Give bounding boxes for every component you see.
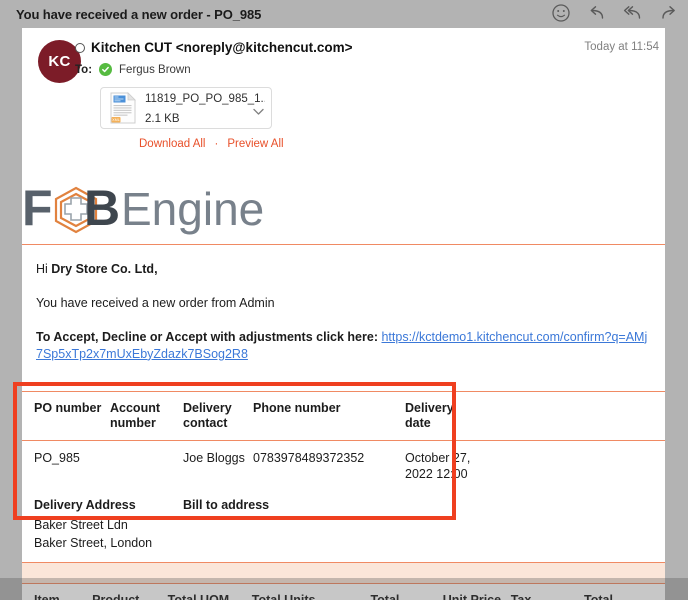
fb-engine-logo: F B Engine	[22, 174, 665, 244]
col-tax: Tax	[511, 584, 584, 600]
svg-text:XML: XML	[112, 118, 119, 122]
attachment-meta: 11819_PO_PO_985_1... 2.1 KB	[145, 88, 265, 128]
greeting-line: Hi Dry Store Co. Ltd,	[36, 261, 651, 278]
cell-spacer	[480, 441, 665, 493]
cell-delivery-contact: Joe Bloggs	[183, 450, 245, 465]
svg-text:Engine: Engine	[121, 183, 263, 235]
col-total-uom: Total UOM	[168, 584, 252, 600]
attachment-filename: 11819_PO_PO_985_1...	[145, 93, 265, 105]
delivery-address-line-1: Baker Street Ldn	[34, 518, 128, 533]
col-item-code: Item code	[22, 584, 92, 600]
message-header: KC Today at 11:54 Kitchen CUT <noreply@k…	[22, 28, 665, 168]
cell-po-number: PO_985	[34, 450, 80, 465]
email-body: Hi Dry Store Co. Ltd, You have received …	[22, 245, 665, 391]
xml-file-icon: XML	[109, 92, 137, 124]
cell-phone-number: 0783978489372352	[253, 450, 365, 465]
sender-address: Kitchen CUT <noreply@kitchencut.com>	[91, 40, 353, 55]
reply-all-icon[interactable]	[622, 2, 644, 24]
cell-account-number	[110, 441, 183, 493]
col-delivery-date: Delivery date	[405, 400, 454, 430]
delivery-address-line-2: Baker Street, London	[34, 535, 153, 550]
cta-prefix: To Accept, Decline or Accept with adjust…	[36, 329, 378, 344]
col-spacer	[480, 392, 665, 440]
message-toolbar	[550, 2, 680, 24]
col-po-number: PO number	[34, 400, 102, 415]
email-client-window: You have received a new order - PO_985 K…	[0, 0, 688, 600]
cell-delivery-date: October 27, 2022 12:00	[405, 450, 471, 482]
preview-all-link[interactable]: Preview All	[227, 138, 283, 150]
emoji-icon[interactable]	[550, 2, 572, 24]
col-phone-number: Phone number	[253, 400, 341, 415]
col-account-number: Account number	[110, 400, 160, 430]
verified-check-icon	[99, 63, 113, 76]
greeting-prefix: Hi	[36, 262, 52, 276]
cell-delivery-address: Baker Street Ldn Baker Street, London	[22, 517, 183, 562]
col-delivery-contact: Delivery contact	[183, 400, 232, 430]
subject-bar: You have received a new order - PO_985	[0, 0, 688, 28]
order-info-table: PO number Account number Delivery contac…	[22, 392, 665, 563]
cta-line: To Accept, Decline or Accept with adjust…	[36, 329, 651, 363]
sender-block: Kitchen CUT <noreply@kitchencut.com> To:…	[75, 40, 655, 150]
line-items-table: Item code Product name Total UOM Total U…	[22, 584, 665, 600]
unread-circle-icon[interactable]	[75, 42, 85, 53]
line-items-header-row: Item code Product name Total UOM Total U…	[22, 584, 665, 600]
order-info-header-row: PO number Account number Delivery contac…	[22, 392, 665, 440]
svg-text:B: B	[84, 180, 120, 236]
recipient-line: To: Fergus Brown	[75, 63, 655, 76]
action-separator: ·	[214, 138, 219, 150]
greeting-company: Dry Store Co. Ltd,	[51, 262, 158, 276]
forward-icon[interactable]	[658, 2, 680, 24]
attachment-size: 2.1 KB	[145, 113, 180, 125]
col-total-packs: Total Packs	[370, 584, 442, 600]
attachment-actions: Download All · Preview All	[139, 138, 655, 150]
address-data-row: Baker Street Ldn Baker Street, London	[22, 517, 665, 562]
chevron-down-icon[interactable]	[253, 103, 264, 121]
sender-line: Kitchen CUT <noreply@kitchencut.com>	[75, 40, 655, 55]
peach-divider-band	[22, 562, 665, 585]
order-info-data-row: PO_985 Joe Bloggs 0783978489372352 Octob…	[22, 441, 665, 493]
page-title: You have received a new order - PO_985	[16, 6, 262, 22]
intro-line: You have received a new order from Admin	[36, 295, 275, 310]
cell-bill-to-address	[183, 517, 665, 562]
to-label: To:	[75, 63, 93, 76]
recipient-name: Fergus Brown	[119, 63, 191, 76]
col-bill-to-address: Bill to address	[183, 498, 270, 513]
svg-text:F: F	[22, 180, 53, 236]
col-product-name: Product name	[92, 584, 168, 600]
col-delivery-address: Delivery Address	[34, 498, 136, 513]
col-unit-price: Unit Price	[443, 584, 511, 600]
reply-icon[interactable]	[586, 2, 608, 24]
address-header-row: Delivery Address Bill to address	[22, 492, 665, 517]
message-panel: KC Today at 11:54 Kitchen CUT <noreply@k…	[22, 28, 665, 600]
attachment-chip[interactable]: XML 11819_PO_PO_985_1... 2.1 KB	[100, 87, 272, 129]
download-all-link[interactable]: Download All	[139, 138, 205, 150]
col-total-units: Total Units	[252, 584, 371, 600]
col-total: Total	[584, 584, 665, 600]
